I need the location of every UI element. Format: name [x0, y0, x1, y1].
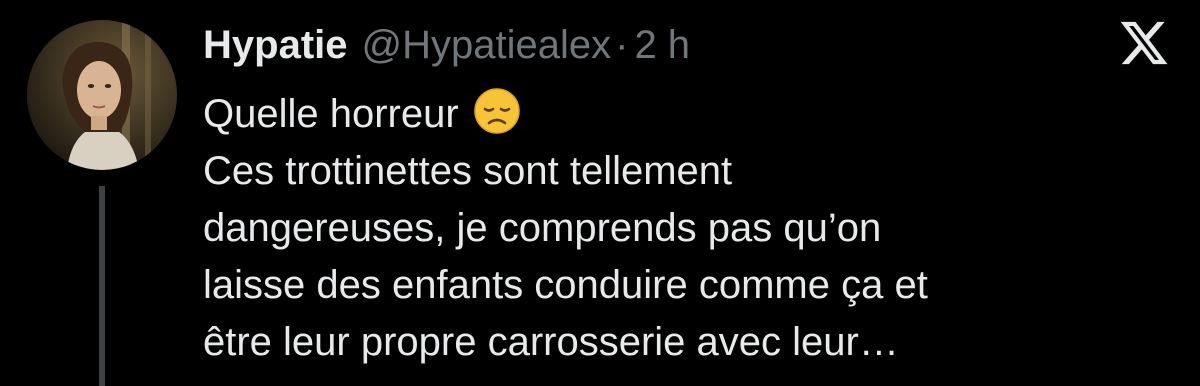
x-logo-icon[interactable] [1118, 17, 1170, 69]
avatar[interactable] [27, 20, 177, 170]
tweet-line: dangereuses, je comprends pas qu’on [203, 206, 882, 250]
author-display-name[interactable]: Hypatie [203, 23, 348, 68]
header-separator: · [615, 23, 629, 67]
tweet-text: Quelle horreur Ces trottinettes sont tel… [203, 86, 1163, 371]
tweet-timestamp[interactable]: 2 h [634, 23, 690, 68]
thread-connector-line [99, 186, 105, 386]
tweet-line: Quelle horreur [203, 86, 1163, 143]
tweet-line: être leur propre carrosserie avec leur… [203, 320, 899, 364]
tweet-header: Hypatie @Hypatiealex · 2 h [203, 23, 690, 71]
tweet-line-text: Quelle horreur [203, 92, 459, 136]
avatar-portrait-image [27, 20, 177, 170]
tweet-line: laisse des enfants conduire comme ça et [203, 263, 928, 307]
tweet-line: Ces trottinettes sont tellement [203, 149, 733, 193]
disappointed-face-emoji-icon [473, 87, 521, 135]
tweet-card[interactable]: Hypatie @Hypatiealex · 2 h Quelle horreu… [0, 0, 1200, 386]
author-handle[interactable]: @Hypatiealex [362, 23, 612, 68]
